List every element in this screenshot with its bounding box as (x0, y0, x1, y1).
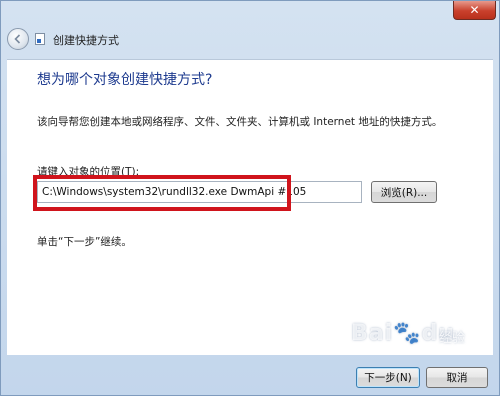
watermark-brand: Bai (351, 321, 394, 346)
wizard-content: 想为哪个对象创建快捷方式? 该向导帮您创建本地或网络程序、文件、文件夹、计算机或… (7, 59, 493, 355)
location-label: 请键入对象的位置(T): (37, 166, 140, 178)
title-bar: ✕ 创建快捷方式 (1, 1, 500, 65)
window-title: 创建快捷方式 (53, 34, 119, 47)
shortcut-icon (35, 33, 45, 45)
next-button[interactable]: 下一步(N) (356, 367, 420, 388)
continue-hint: 单击“下一步”继续。 (37, 236, 132, 248)
paw-icon: 🐾 (393, 321, 422, 346)
wizard-footer: 下一步(N) 取消 (1, 355, 500, 396)
close-icon: ✕ (469, 3, 480, 17)
back-button[interactable] (7, 28, 29, 50)
wizard-window: ✕ 创建快捷方式 想为哪个对象创建快捷方式? 该向导帮您创建本地或网络程序、文件… (0, 0, 500, 396)
location-input[interactable] (37, 181, 362, 203)
close-button[interactable]: ✕ (453, 1, 496, 20)
watermark-sub: 经验 (439, 331, 466, 346)
wizard-description: 该向导帮您创建本地或网络程序、文件、文件夹、计算机或 Internet 地址的快… (37, 116, 443, 128)
page-heading: 想为哪个对象创建快捷方式? (37, 72, 213, 88)
cancel-button[interactable]: 取消 (426, 367, 488, 388)
browse-button[interactable]: 浏览(R)... (371, 181, 437, 203)
back-arrow-icon (14, 34, 21, 44)
